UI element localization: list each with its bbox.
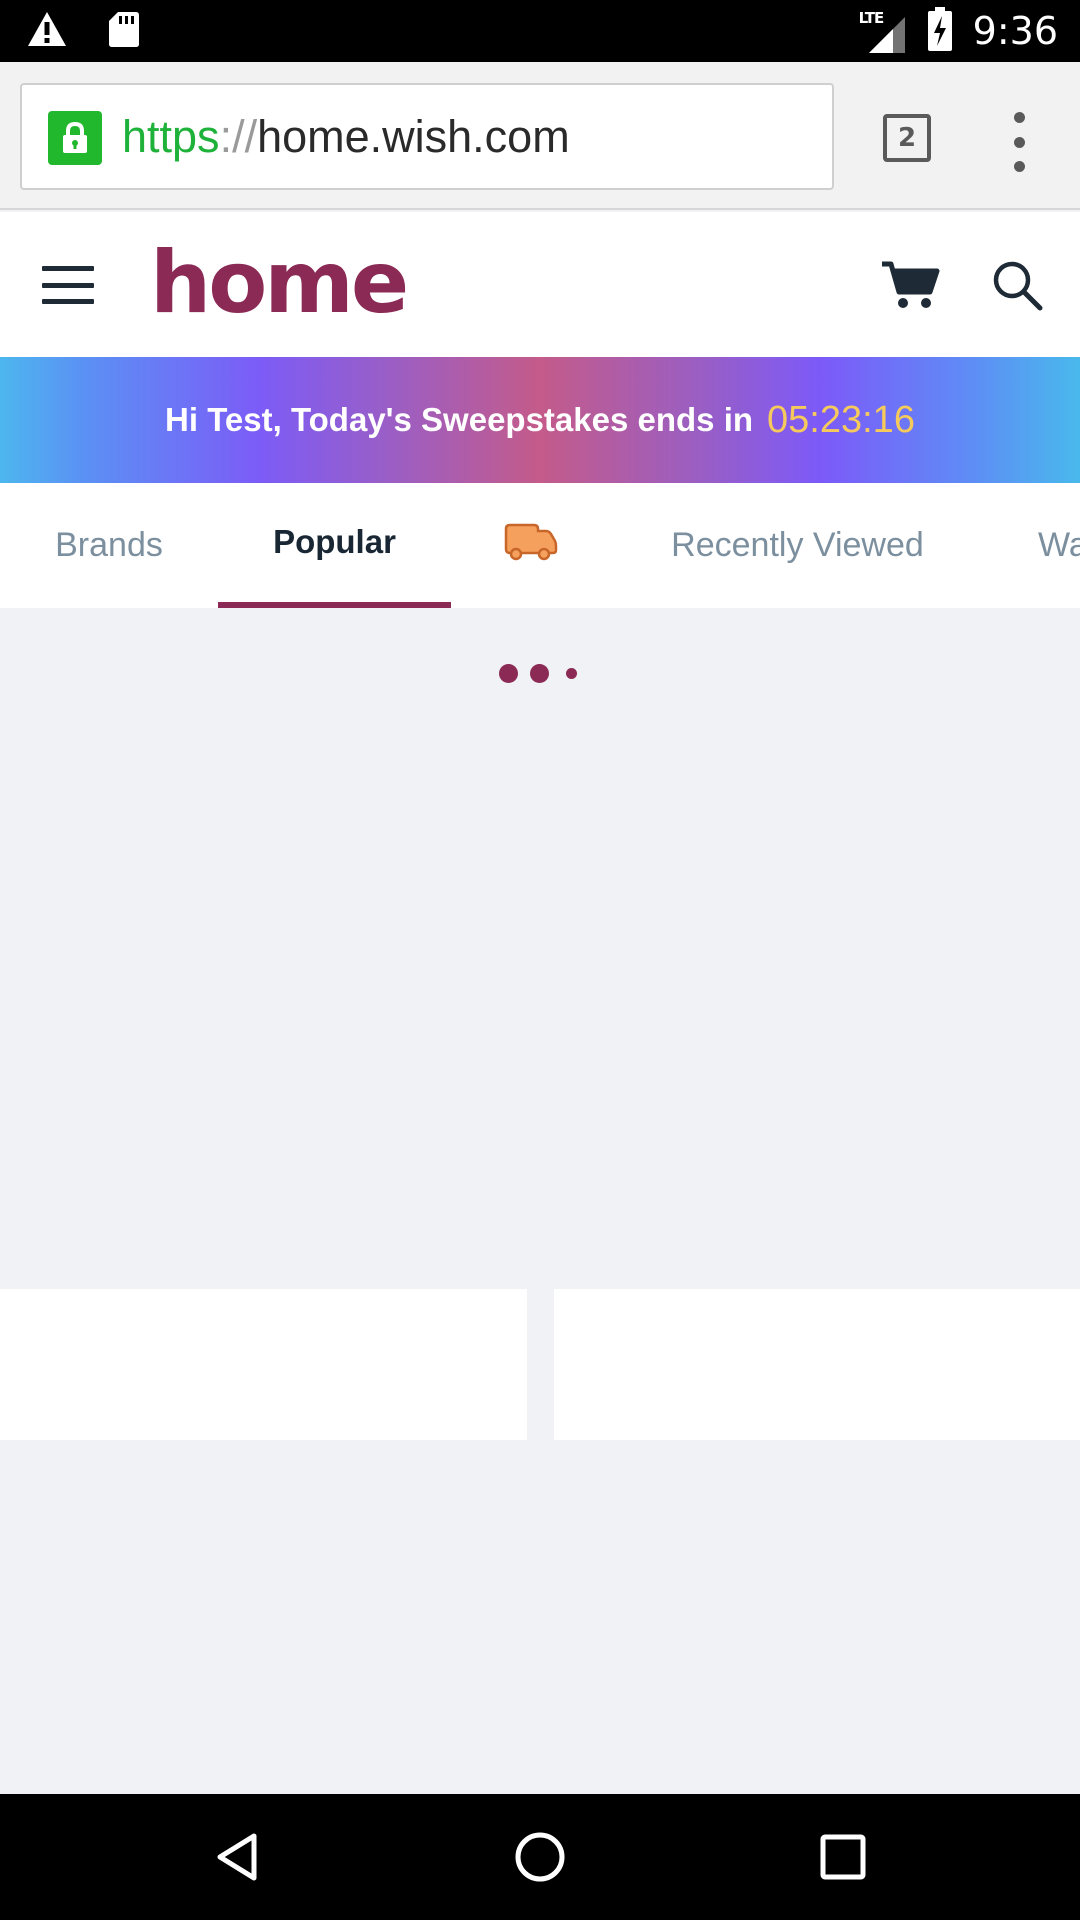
recents-icon[interactable] xyxy=(810,1824,876,1890)
countdown-timer: 05:23:16 xyxy=(767,398,915,441)
address-bar[interactable]: https://home.wish.com xyxy=(20,83,834,190)
battery-charging-icon xyxy=(927,6,953,56)
loading-indicator xyxy=(499,663,579,683)
active-tab-indicator xyxy=(218,602,451,608)
sweepstakes-banner[interactable]: Hi Test, Today's Sweepstakes ends in 05:… xyxy=(0,357,1080,483)
app-screen: LTE 9:36 https:// home.wish.com 2 home … xyxy=(0,0,1080,1920)
status-bar: LTE 9:36 xyxy=(0,0,1080,62)
tab-brands[interactable]: Brands xyxy=(20,483,198,608)
tabs-icon[interactable]: 2 xyxy=(883,114,931,162)
app-header: home xyxy=(0,212,1080,357)
tab-count: 2 xyxy=(897,123,917,153)
url-separator: :// xyxy=(219,110,258,162)
url-scheme: https xyxy=(122,110,220,162)
tab-recently-viewed[interactable]: Recently Viewed xyxy=(640,483,955,608)
signal-icon: LTE xyxy=(859,9,907,53)
tab-partial[interactable]: Wa xyxy=(1022,483,1080,608)
back-icon[interactable] xyxy=(206,1824,272,1890)
url-host: home.wish.com xyxy=(257,110,570,162)
truck-icon xyxy=(502,521,558,570)
system-nav-bar xyxy=(0,1794,1080,1920)
search-icon[interactable] xyxy=(990,258,1044,312)
warning-icon xyxy=(26,10,68,53)
tab-popular[interactable]: Popular xyxy=(218,483,451,608)
lock-icon[interactable] xyxy=(48,111,102,165)
home-logo[interactable]: home xyxy=(150,240,409,326)
cart-icon[interactable] xyxy=(880,258,940,312)
banner-message: Hi Test, Today's Sweepstakes ends in xyxy=(165,401,754,438)
menu-icon[interactable] xyxy=(42,266,94,304)
url-text: https://home.wish.com xyxy=(122,85,570,188)
home-icon[interactable] xyxy=(507,1824,573,1890)
product-card-placeholder xyxy=(0,1289,527,1440)
clock: 9:36 xyxy=(972,9,1058,53)
product-card-placeholder xyxy=(554,1289,1080,1440)
category-tabs: Brands Popular Recently Viewed Wa xyxy=(0,483,1080,608)
tab-shipping[interactable] xyxy=(470,483,590,608)
sd-card-icon xyxy=(108,10,140,53)
more-vert-icon[interactable] xyxy=(1004,112,1034,172)
browser-toolbar: https://home.wish.com 2 xyxy=(0,62,1080,210)
